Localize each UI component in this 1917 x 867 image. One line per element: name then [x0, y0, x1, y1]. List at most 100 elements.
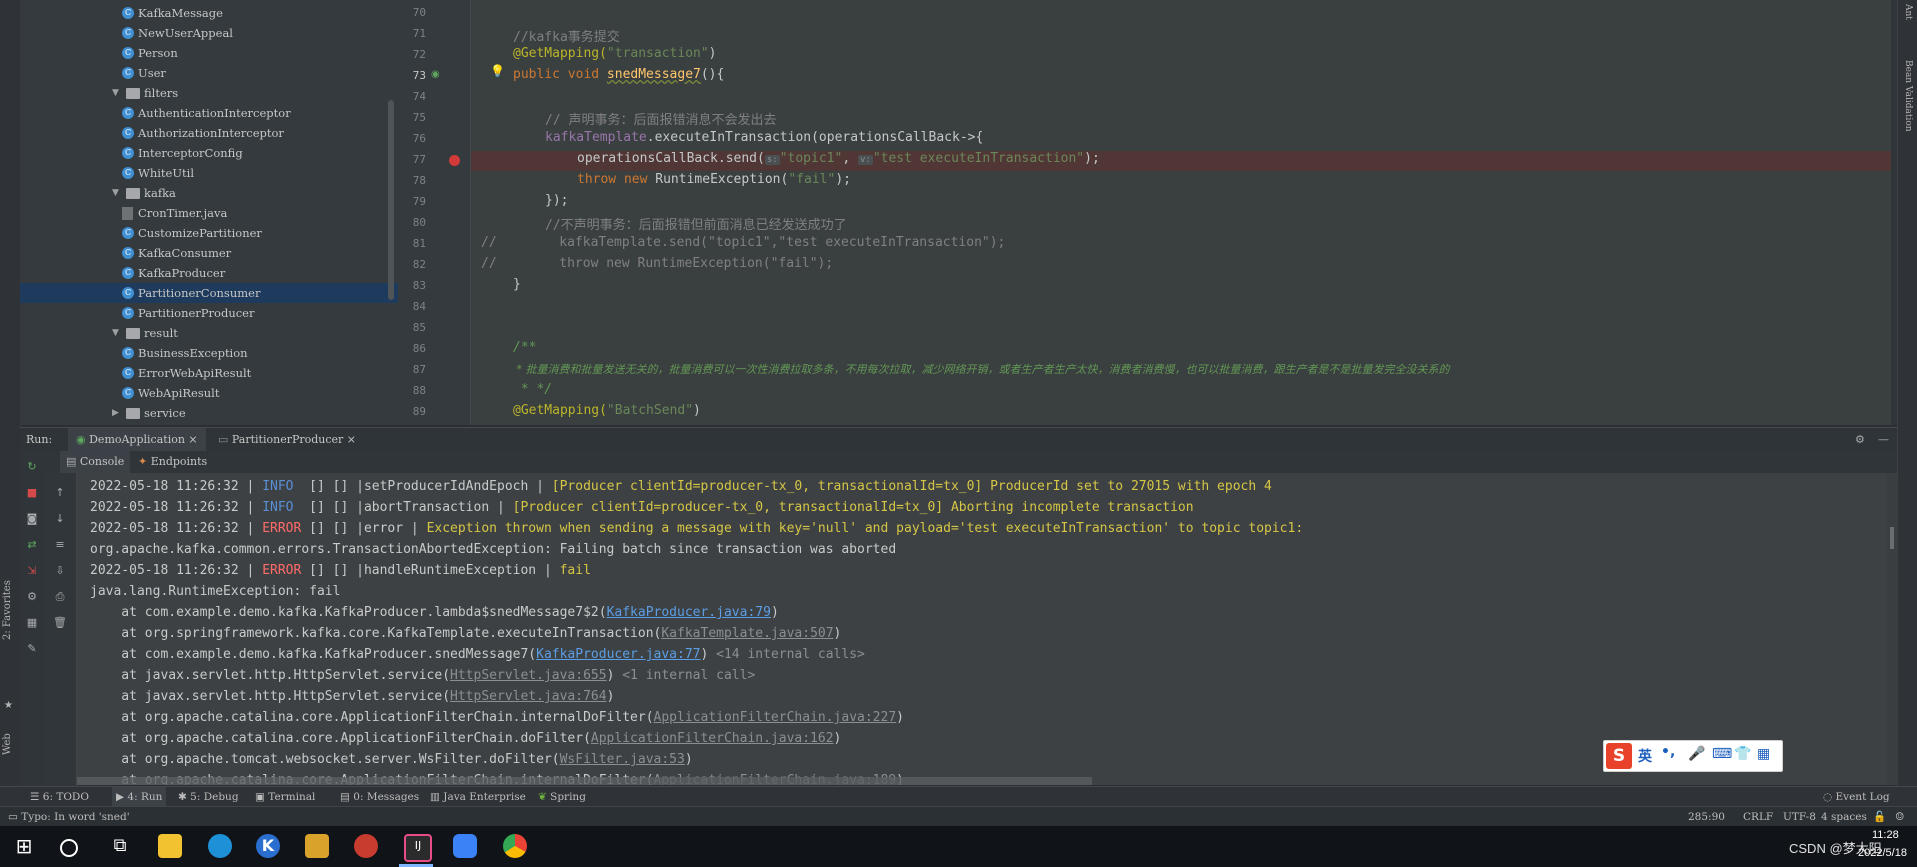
stack-link[interactable]: KafkaProducer.java:79 [607, 605, 771, 620]
tree-item[interactable]: C ErrorWebApiResult [20, 363, 398, 383]
stack-link[interactable]: WsFilter.java:53 [560, 752, 685, 767]
gear-icon[interactable]: ⚙ [1855, 428, 1865, 452]
task-view-icon[interactable]: ⧉ [108, 834, 132, 858]
tab-run[interactable]: ▶ 4: Run [112, 787, 167, 807]
file-encoding[interactable]: UTF-8 [1783, 807, 1816, 827]
tab-partitioner-producer[interactable]: ▭ PartitionerProducer × [210, 428, 364, 452]
camera-icon[interactable]: ◙ [25, 513, 39, 525]
snail-app-icon[interactable] [354, 834, 378, 858]
feishu-icon[interactable] [453, 834, 477, 858]
internal-calls-fold[interactable]: <14 internal calls> [716, 647, 865, 662]
scroll-to-end-icon[interactable]: ⇩ [53, 565, 67, 577]
ime-lang[interactable]: 英 [1638, 746, 1652, 766]
expand-arrow-icon[interactable]: ▶ [112, 403, 119, 423]
stack-link[interactable]: KafkaTemplate.java:507 [661, 626, 833, 641]
tree-item[interactable]: C AuthorizationInterceptor [20, 123, 398, 143]
layout-icon[interactable]: ▦ [25, 617, 39, 629]
tab-spring[interactable]: ❦ Spring [538, 787, 586, 807]
edge-icon[interactable] [208, 834, 232, 858]
soft-wrap-icon[interactable]: ≡ [53, 539, 67, 551]
notes-app-icon[interactable] [305, 834, 329, 858]
tree-item[interactable]: C WebApiResult [20, 383, 398, 403]
tab-messages[interactable]: ▤ 0: Messages [340, 787, 419, 807]
tree-item[interactable]: C User [20, 63, 398, 83]
internal-calls-fold[interactable]: <1 internal call> [622, 668, 755, 683]
line-separator[interactable]: CRLF [1743, 807, 1773, 827]
favorites-tab[interactable]: 2: Favorites [2, 580, 13, 640]
tree-item[interactable]: ▼ result [20, 323, 398, 343]
console-horizontal-scrollbar[interactable] [77, 777, 1092, 785]
tree-item[interactable]: C CustomizePartitioner [20, 223, 398, 243]
file-explorer-icon[interactable] [158, 834, 182, 858]
web-tab[interactable]: Web [2, 733, 13, 755]
scroll-up-icon[interactable]: ↑ [53, 487, 67, 499]
tree-item[interactable]: CronTimer.java [20, 203, 398, 223]
minimize-icon[interactable]: — [1878, 428, 1889, 452]
scroll-down-icon[interactable]: ↓ [53, 513, 67, 525]
indent-setting[interactable]: 4 spaces [1821, 807, 1867, 827]
toolbox-icon[interactable]: ▦ [1757, 746, 1770, 762]
skin-icon[interactable]: 👕 [1734, 746, 1751, 762]
breakpoint-icon[interactable] [449, 155, 460, 166]
lock-icon[interactable]: 🔓 [1873, 807, 1886, 827]
pin-icon[interactable]: ✎ [25, 643, 39, 655]
tree-item[interactable]: C Person [20, 43, 398, 63]
tab-java-enterprise[interactable]: ▥ Java Enterprise [430, 787, 526, 807]
expand-arrow-icon[interactable]: ▼ [112, 183, 119, 203]
intellij-idea-icon[interactable]: IJ [404, 834, 432, 862]
tab-console[interactable]: ▤ Console [60, 451, 131, 475]
tree-scrollbar[interactable] [388, 100, 394, 300]
tab-event-log[interactable]: ◌ Event Log [1823, 787, 1890, 807]
tree-item[interactable]: ▶ service [20, 403, 398, 423]
ant-tab[interactable]: Ant [1903, 4, 1913, 20]
windows-start-icon[interactable]: ⊞ [12, 834, 36, 858]
print-icon[interactable]: ⎙ [53, 591, 67, 603]
bean-validation-tab[interactable]: Bean Validation [1903, 60, 1913, 132]
inspector-icon[interactable]: ☺ [1895, 807, 1904, 827]
ime-toolbar[interactable]: S 英 •, 🎤 ⌨ 👕 ▦ [1603, 740, 1783, 772]
stack-link[interactable]: HttpServlet.java:764 [450, 689, 607, 704]
restore-layout-icon[interactable]: ⇄ [25, 539, 39, 551]
tree-item[interactable]: ▼ kafka [20, 183, 398, 203]
tree-item[interactable]: C InterceptorConfig [20, 143, 398, 163]
tree-item[interactable]: C KafkaConsumer [20, 243, 398, 263]
lightbulb-icon[interactable]: 💡 [490, 64, 505, 78]
mic-icon[interactable]: 🎤 [1688, 746, 1705, 762]
tree-item[interactable]: C NewUserAppeal [20, 23, 398, 43]
stack-link[interactable]: KafkaProducer.java:77 [536, 647, 700, 662]
project-tree[interactable]: C KafkaMessage C NewUserAppeal C Person C User ▼… [20, 0, 398, 425]
chrome-icon[interactable] [503, 834, 527, 858]
settings-icon[interactable]: ⚙ [25, 591, 39, 603]
trash-icon[interactable]: 🗑 [53, 617, 67, 629]
keyboard-icon[interactable]: ⌨ [1712, 746, 1732, 762]
console-output[interactable]: 2022-05-18 11:26:32 | INFO [] [] |setPro… [77, 473, 1897, 785]
tab-endpoints[interactable]: ✦ Endpoints [138, 451, 207, 473]
expand-arrow-icon[interactable]: ▼ [112, 323, 119, 343]
tree-item[interactable]: C PartitionerProducer [20, 303, 398, 323]
tree-item[interactable]: ▼ filters [20, 83, 398, 103]
tree-item[interactable]: C AuthenticationInterceptor [20, 103, 398, 123]
tree-item[interactable]: C KafkaProducer [20, 263, 398, 283]
tree-item[interactable]: C KafkaMessage [20, 3, 398, 23]
console-scrollbar[interactable] [1887, 473, 1897, 785]
exit-icon[interactable]: ⇲ [25, 565, 39, 577]
stack-link[interactable]: ApplicationFilterChain.java:227 [654, 710, 897, 725]
search-icon[interactable] [60, 839, 78, 857]
star-icon[interactable]: ★ [4, 700, 13, 711]
clock-date[interactable]: 2022/5/18 [1858, 847, 1907, 859]
ime-punct[interactable]: •, [1661, 744, 1675, 760]
rerun-icon[interactable]: ↻ [25, 461, 39, 473]
code-editor[interactable]: //kafka事务提交 @GetMapping("transaction") p… [471, 0, 1891, 425]
tab-debug[interactable]: ✱ 5: Debug [178, 787, 239, 807]
run-gutter-icon[interactable]: ◉ [431, 69, 440, 80]
expand-arrow-icon[interactable]: ▼ [112, 83, 119, 103]
clock-time[interactable]: 11:28 [1872, 829, 1899, 841]
tree-item[interactable]: C PartitionerConsumer [20, 283, 398, 303]
stop-icon[interactable]: ■ [25, 487, 39, 499]
tree-item[interactable]: C BusinessException [20, 343, 398, 363]
tree-item[interactable]: C WhiteUtil [20, 163, 398, 183]
tab-todo[interactable]: ☰ 6: TODO [30, 787, 89, 807]
app-k-icon[interactable]: K [256, 834, 280, 858]
stack-link[interactable]: HttpServlet.java:655 [450, 668, 607, 683]
cursor-position[interactable]: 285:90 [1688, 807, 1725, 827]
